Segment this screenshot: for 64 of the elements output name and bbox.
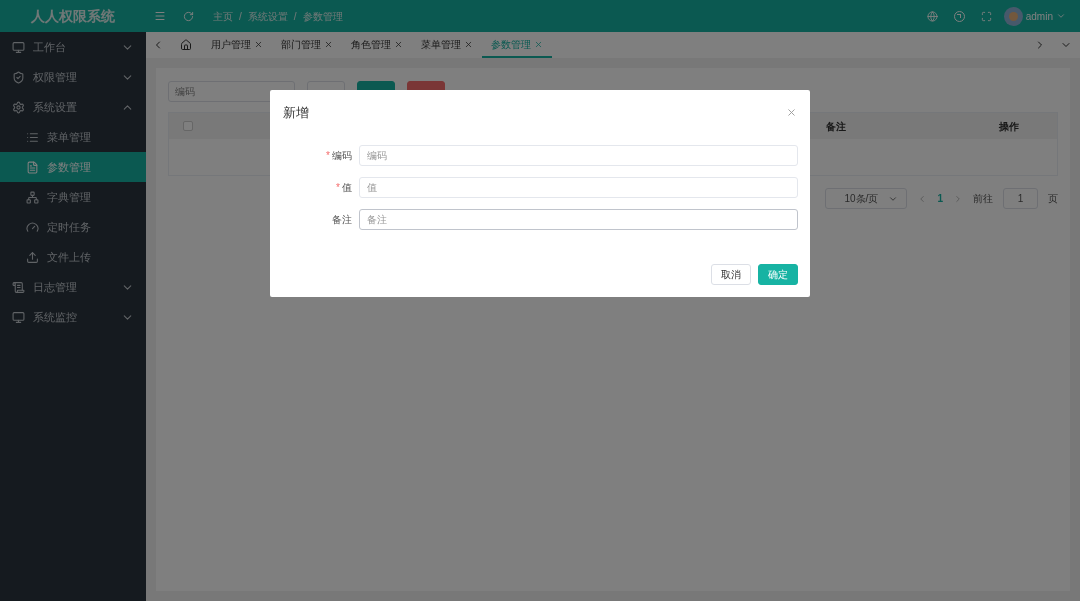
sidebar-item[interactable]: 日志管理 — [0, 272, 146, 302]
tab[interactable]: 菜单管理 — [412, 32, 482, 58]
next-page-icon[interactable] — [953, 193, 963, 204]
goto-label: 前往 — [973, 192, 993, 206]
fullscreen-icon[interactable] — [980, 10, 992, 22]
required-mark: * — [326, 148, 330, 163]
refresh-icon[interactable] — [183, 10, 194, 22]
field-label: 值 — [342, 180, 352, 195]
chevron-down-icon[interactable] — [1056, 11, 1066, 21]
breadcrumb-separator: / — [239, 9, 242, 24]
confirm-button[interactable]: 确定 — [758, 264, 798, 285]
breadcrumb-separator: / — [293, 9, 297, 24]
app-title: 人人权限系统 — [31, 6, 115, 26]
field-label: 备注 — [332, 212, 352, 227]
sidebar-item[interactable]: 定时任务 — [0, 212, 146, 242]
monitor-icon — [12, 40, 25, 54]
globe-icon[interactable] — [926, 10, 938, 22]
breadcrumb-item: 参数管理 — [302, 9, 343, 24]
breadcrumb-item[interactable]: 系统设置 — [247, 8, 288, 24]
column-header: 备注 — [826, 120, 846, 132]
required-mark: * — [336, 180, 340, 195]
sidebar-item[interactable]: 字典管理 — [0, 182, 146, 212]
sidebar-item[interactable]: 系统监控 — [0, 302, 146, 332]
gear-icon — [12, 100, 25, 114]
monitor-icon — [12, 310, 25, 324]
checkbox[interactable] — [183, 121, 193, 131]
close-icon[interactable] — [464, 39, 473, 49]
sidebar-item[interactable]: 系统设置 — [0, 92, 146, 122]
user-name[interactable]: admin — [1025, 8, 1053, 24]
tab[interactable]: 角色管理 — [342, 32, 412, 58]
hierarchy-icon — [26, 190, 39, 204]
field-label: 编码 — [332, 148, 352, 163]
input-field[interactable]: 值 — [359, 176, 798, 198]
close-icon[interactable] — [254, 39, 263, 49]
input-field[interactable]: 备注 — [359, 208, 798, 230]
input-field[interactable]: 编码 — [359, 144, 798, 166]
close-icon[interactable] — [394, 39, 403, 49]
document-icon — [12, 280, 25, 294]
sidebar-item[interactable]: 参数管理 — [0, 152, 146, 182]
page-suffix: 页 — [1048, 192, 1058, 206]
column-header: 操作 — [999, 119, 1019, 134]
sidebar-item[interactable]: 菜单管理 — [0, 122, 146, 152]
shield-icon — [12, 70, 25, 84]
sidebar-item[interactable]: 权限管理 — [0, 62, 146, 92]
gauge-icon — [26, 220, 39, 234]
page-number[interactable]: 1 — [937, 191, 943, 206]
tab[interactable]: 用户管理 — [202, 32, 272, 58]
sidebar-item[interactable]: 文件上传 — [0, 242, 146, 272]
close-icon[interactable] — [534, 39, 543, 49]
home-icon[interactable] — [180, 39, 192, 51]
page-input[interactable]: 1 — [1003, 188, 1038, 209]
close-icon[interactable] — [324, 39, 333, 49]
list-icon — [26, 130, 39, 144]
breadcrumb-item[interactable]: 主页 — [213, 8, 233, 24]
menu-icon[interactable] — [154, 10, 166, 22]
tab[interactable]: 部门管理 — [272, 32, 342, 58]
close-icon[interactable] — [786, 107, 797, 119]
upload-icon — [26, 250, 39, 264]
cancel-button[interactable]: 取消 — [711, 264, 751, 285]
page-size-select[interactable]: 10条/页 — [825, 188, 908, 209]
avatar[interactable] — [1003, 6, 1023, 26]
dialog-title: 新增 — [283, 104, 309, 122]
tab[interactable]: 参数管理 — [482, 32, 552, 58]
document-icon — [26, 160, 39, 174]
